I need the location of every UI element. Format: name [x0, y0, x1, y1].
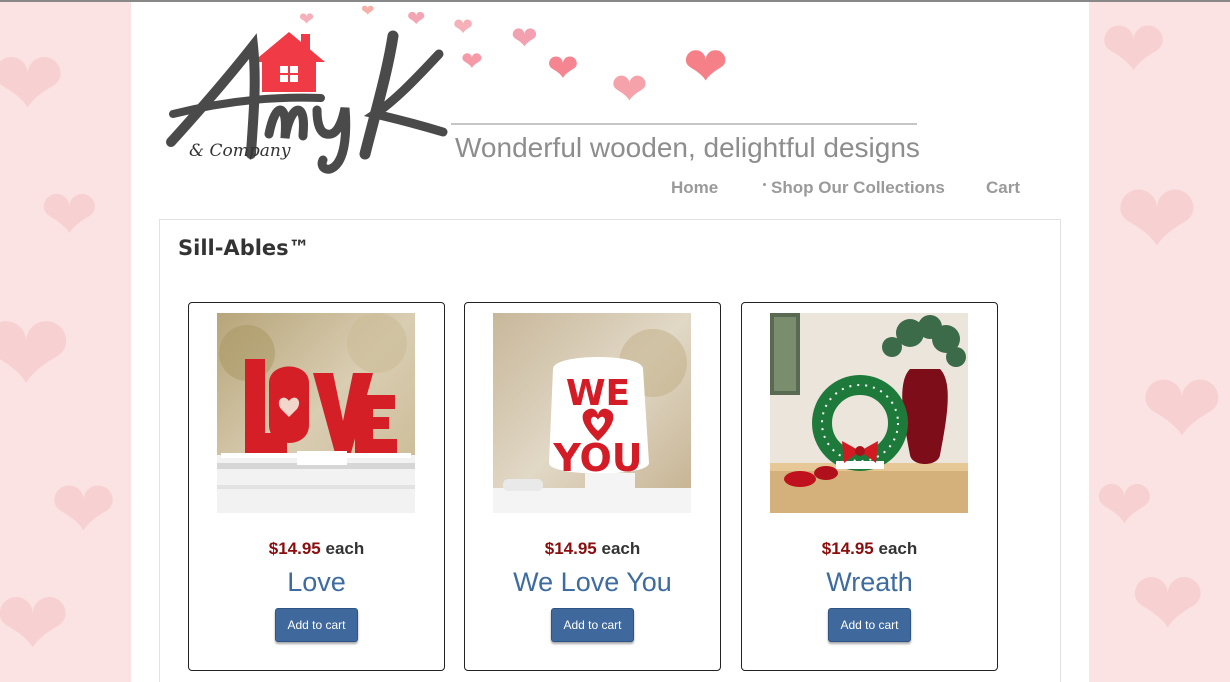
product-card: WE YOU $14.95 each We Love You Add to ca… — [464, 302, 721, 671]
price-unit: each — [601, 539, 641, 558]
svg-text:YOU: YOU — [552, 436, 642, 480]
price-line: $14.95 each — [189, 539, 444, 559]
tagline-divider — [451, 123, 917, 125]
product-price: $14.95 — [268, 539, 321, 558]
nav-shop-our-collections[interactable]: Shop Our Collections — [771, 178, 945, 200]
background-heart-icon: ❤ — [1140, 354, 1224, 466]
background-heart-icon: ❤ — [1095, 466, 1154, 544]
product-card: $14.95 each Wreath Add to cart — [741, 302, 998, 671]
price-line: $14.95 each — [465, 539, 720, 559]
heart-icon: ❤ — [461, 46, 483, 76]
heart-icon: ❤ — [611, 65, 648, 114]
nav-bullet — [763, 183, 766, 186]
section-title: Sill-Ables™ — [178, 236, 310, 260]
background-heart-icon: ❤ — [0, 575, 71, 675]
we-love-you-sign-image[interactable]: WE YOU — [493, 313, 691, 513]
heart-icon: ❤ — [299, 9, 315, 29]
product-name[interactable]: Wreath — [742, 567, 997, 598]
nav-cart[interactable]: Cart — [986, 178, 1020, 200]
heart-icon: ❤ — [361, 3, 375, 20]
product-section: Sill-Ables™ $14.95 each Love Add to cart… — [159, 219, 1061, 682]
product-price: $14.95 — [544, 539, 597, 558]
svg-text:WE: WE — [566, 373, 630, 414]
page-container: & Company ❤ ❤ ❤ ❤ ❤ ❤ ❤ ❤ ❤ Wonderful wo… — [131, 2, 1089, 682]
product-price: $14.95 — [821, 539, 874, 558]
price-line: $14.95 each — [742, 539, 997, 559]
background-heart-icon: ❤ — [1130, 555, 1206, 655]
background-heart-icon: ❤ — [40, 176, 99, 254]
product-name[interactable]: We Love You — [465, 567, 720, 598]
amy-k-logo[interactable]: & Company — [161, 14, 451, 179]
product-card: $14.95 each Love Add to cart — [188, 302, 445, 671]
price-unit: each — [325, 539, 365, 558]
add-to-cart-button[interactable]: Add to cart — [551, 608, 634, 642]
logo-subtitle: & Company — [189, 141, 291, 161]
love-sign-image[interactable] — [217, 313, 415, 513]
add-to-cart-button[interactable]: Add to cart — [828, 608, 911, 642]
price-unit: each — [878, 539, 918, 558]
background-heart-icon: ❤ — [0, 35, 66, 135]
heart-icon: ❤ — [547, 48, 579, 90]
background-heart-icon: ❤ — [1100, 5, 1168, 94]
wreath-image[interactable] — [770, 313, 968, 513]
heart-icon: ❤ — [683, 37, 729, 97]
heart-icon: ❤ — [407, 6, 426, 31]
nav-home[interactable]: Home — [671, 178, 718, 200]
tagline: Wonderful wooden, delightful designs — [455, 132, 920, 163]
background-heart-icon: ❤ — [0, 293, 73, 416]
product-name[interactable]: Love — [189, 567, 444, 598]
background-heart-icon: ❤ — [50, 465, 118, 554]
heart-icon: ❤ — [511, 20, 538, 56]
heart-icon: ❤ — [453, 14, 474, 41]
add-to-cart-button[interactable]: Add to cart — [275, 608, 358, 642]
background-heart-icon: ❤ — [1115, 164, 1199, 276]
